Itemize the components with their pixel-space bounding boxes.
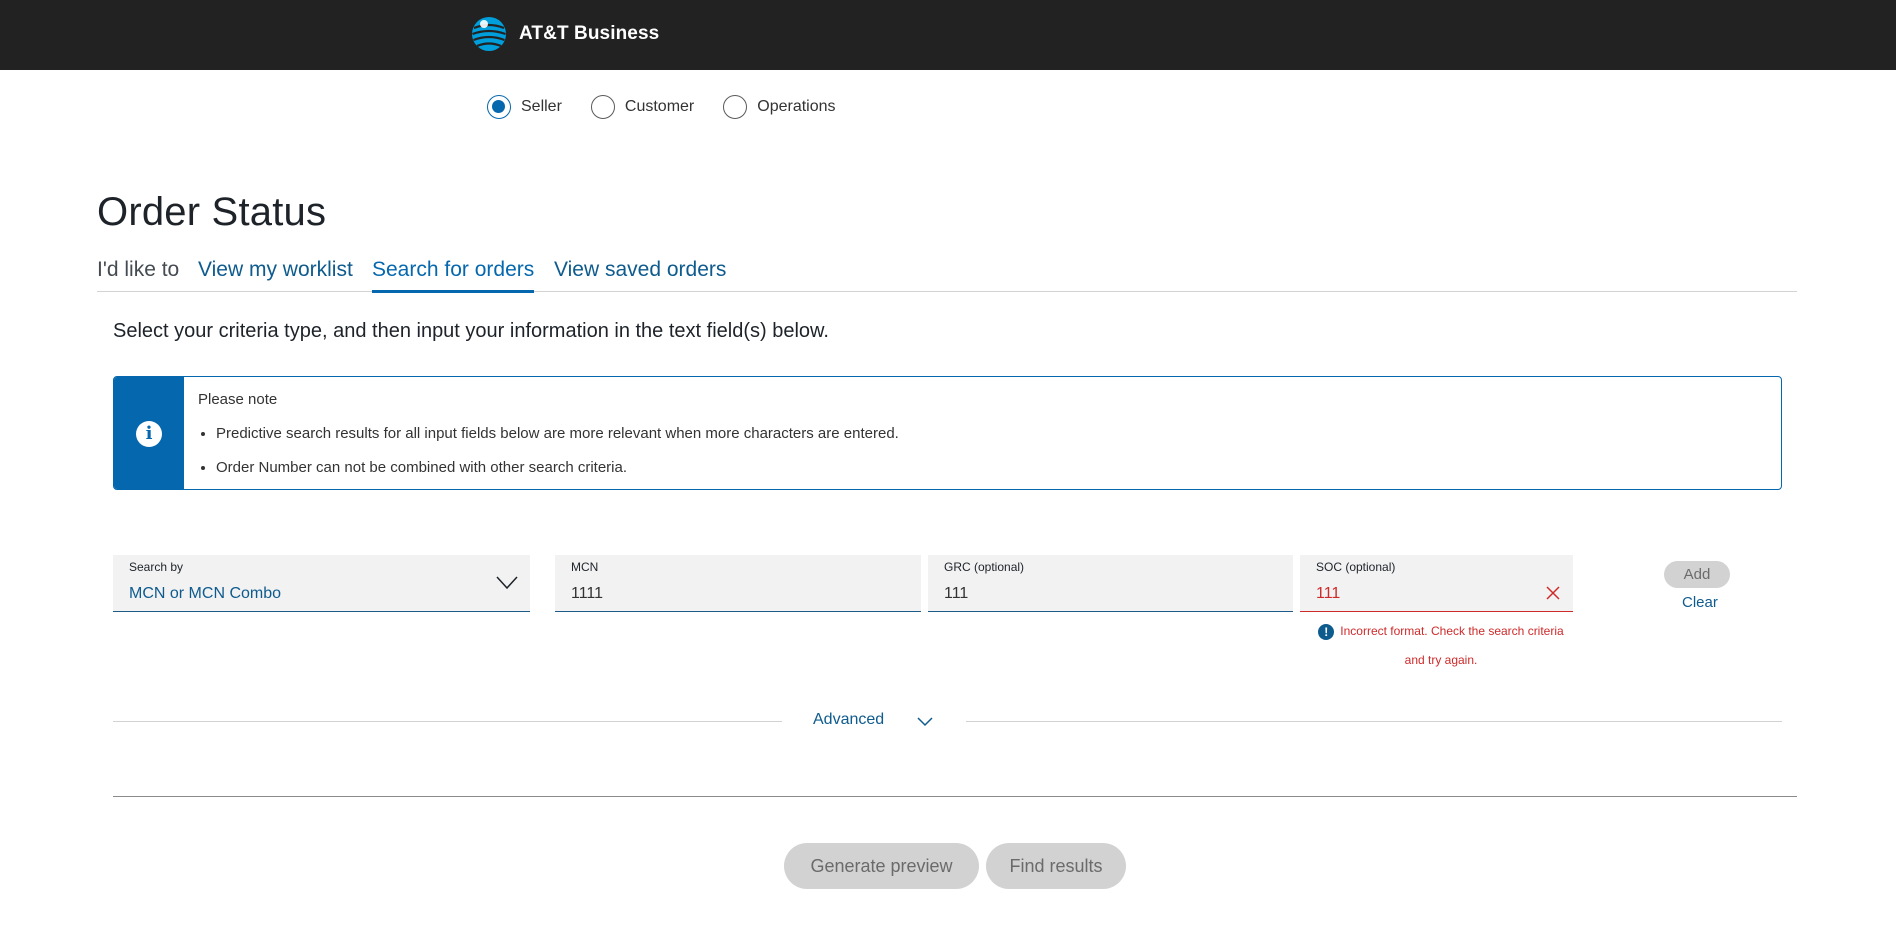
radio-customer[interactable]	[590, 95, 615, 119]
role-label: Seller	[521, 98, 562, 115]
instructions: Select your criteria type, and then inpu…	[113, 320, 829, 342]
role-label: Customer	[624, 98, 695, 115]
generate-preview-button[interactable]: Generate preview	[784, 843, 979, 889]
soc-field[interactable]: SOC (optional)	[1300, 555, 1573, 612]
error-icon: !	[1318, 623, 1335, 640]
role-selector: Seller Customer Operations	[487, 95, 865, 119]
tab-view-my-worklist[interactable]: View my worklist	[198, 258, 353, 282]
note-item: Order Number can not be combined with ot…	[216, 459, 899, 476]
top-bar: AT&T Business	[0, 0, 1896, 70]
brand[interactable]: AT&T Business	[471, 16, 659, 52]
soc-label: SOC (optional)	[1316, 560, 1396, 574]
role-label: Operations	[757, 98, 836, 115]
note-sidebar: i	[114, 377, 184, 489]
page-title: Order Status	[97, 190, 327, 234]
advanced-divider-right	[966, 721, 1782, 722]
find-results-button[interactable]: Find results	[986, 843, 1126, 889]
note-list: Predictive search results for all input …	[216, 425, 899, 489]
clear-input-icon[interactable]	[1545, 585, 1561, 601]
mcn-label: MCN	[571, 560, 599, 574]
add-button[interactable]: Add	[1664, 561, 1730, 588]
tab-lead-text: I'd like to	[97, 258, 180, 281]
role-seller[interactable]: Seller	[487, 95, 562, 119]
search-by-label: Search by	[129, 560, 184, 574]
chevron-down-icon[interactable]	[917, 717, 933, 727]
role-customer[interactable]: Customer	[590, 95, 695, 119]
radio-seller[interactable]	[487, 95, 511, 119]
chevron-down-icon	[496, 576, 518, 590]
search-by-value: MCN or MCN Combo	[129, 585, 282, 602]
section-divider	[113, 796, 1797, 797]
tab-bar: I'd like to View my worklist Search for …	[97, 256, 1797, 293]
mcn-input[interactable]	[571, 585, 864, 603]
grc-label: GRC (optional)	[944, 560, 1025, 574]
search-by-select[interactable]: Search by MCN or MCN Combo	[113, 555, 530, 612]
note-item: Predictive search results for all input …	[216, 425, 899, 442]
note-title: Please note	[198, 391, 278, 408]
att-globe-icon	[472, 17, 506, 51]
brand-name: AT&T Business	[519, 23, 660, 44]
info-icon: i	[136, 421, 162, 447]
radio-operations[interactable]	[723, 95, 748, 119]
advanced-divider-left	[113, 721, 782, 722]
mcn-field[interactable]: MCN	[555, 555, 921, 612]
info-note: i Please note Predictive search results …	[113, 376, 1782, 490]
soc-error: ! Incorrect format. Check the search crit…	[1307, 617, 1575, 675]
grc-field[interactable]: GRC (optional)	[928, 555, 1293, 612]
tab-search-for-orders[interactable]: Search for orders	[372, 258, 535, 293]
tab-view-saved-orders[interactable]: View saved orders	[554, 258, 726, 282]
grc-input[interactable]	[944, 585, 1236, 603]
clear-link[interactable]: Clear	[1682, 594, 1718, 611]
soc-input[interactable]	[1316, 585, 1480, 603]
advanced-toggle[interactable]: Advanced	[813, 711, 884, 729]
role-operations[interactable]: Operations	[723, 95, 836, 119]
error-message: Incorrect format. Check the search crite…	[1340, 624, 1564, 667]
